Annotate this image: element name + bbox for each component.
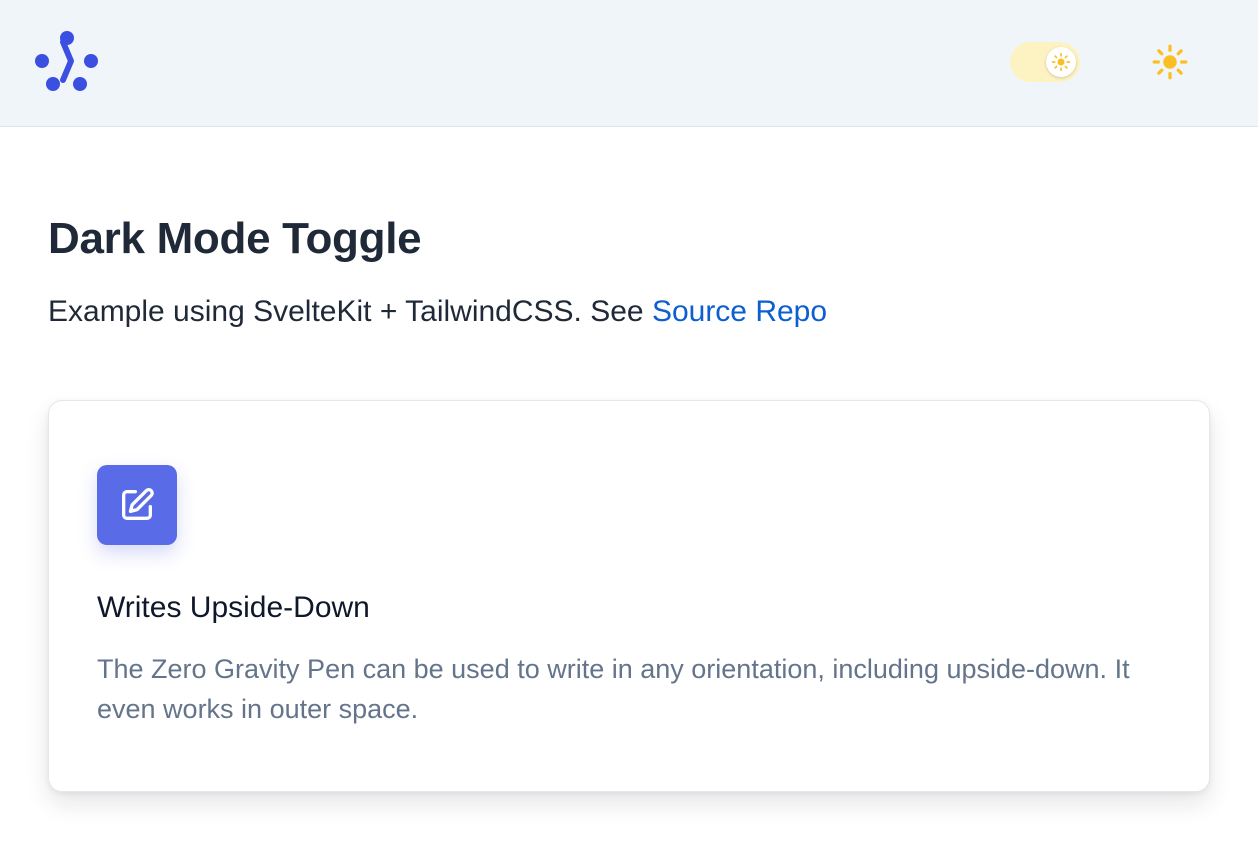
- top-header: [0, 0, 1258, 127]
- page-title: Dark Mode Toggle: [48, 214, 422, 263]
- subtitle-text: Example using SvelteKit + TailwindCSS. S…: [48, 295, 652, 328]
- sun-icon: [1152, 44, 1188, 80]
- sun-icon: [1051, 52, 1071, 72]
- feature-card: Writes Upside-Down The Zero Gravity Pen …: [48, 400, 1210, 792]
- feature-description: The Zero Gravity Pen can be used to writ…: [97, 654, 1130, 724]
- theme-mode-button[interactable]: [1150, 42, 1190, 82]
- pencil-square-icon: [122, 488, 154, 520]
- logo-icon[interactable]: [33, 30, 101, 94]
- source-repo-link[interactable]: Source Repo: [652, 295, 827, 328]
- feature-title: Writes Upside-Down: [97, 591, 370, 624]
- feature-icon-box: [97, 465, 177, 545]
- page-subtitle: Example using SvelteKit + TailwindCSS. S…: [48, 295, 827, 329]
- toggle-knob: [1046, 47, 1076, 77]
- theme-toggle-switch[interactable]: [1010, 42, 1080, 82]
